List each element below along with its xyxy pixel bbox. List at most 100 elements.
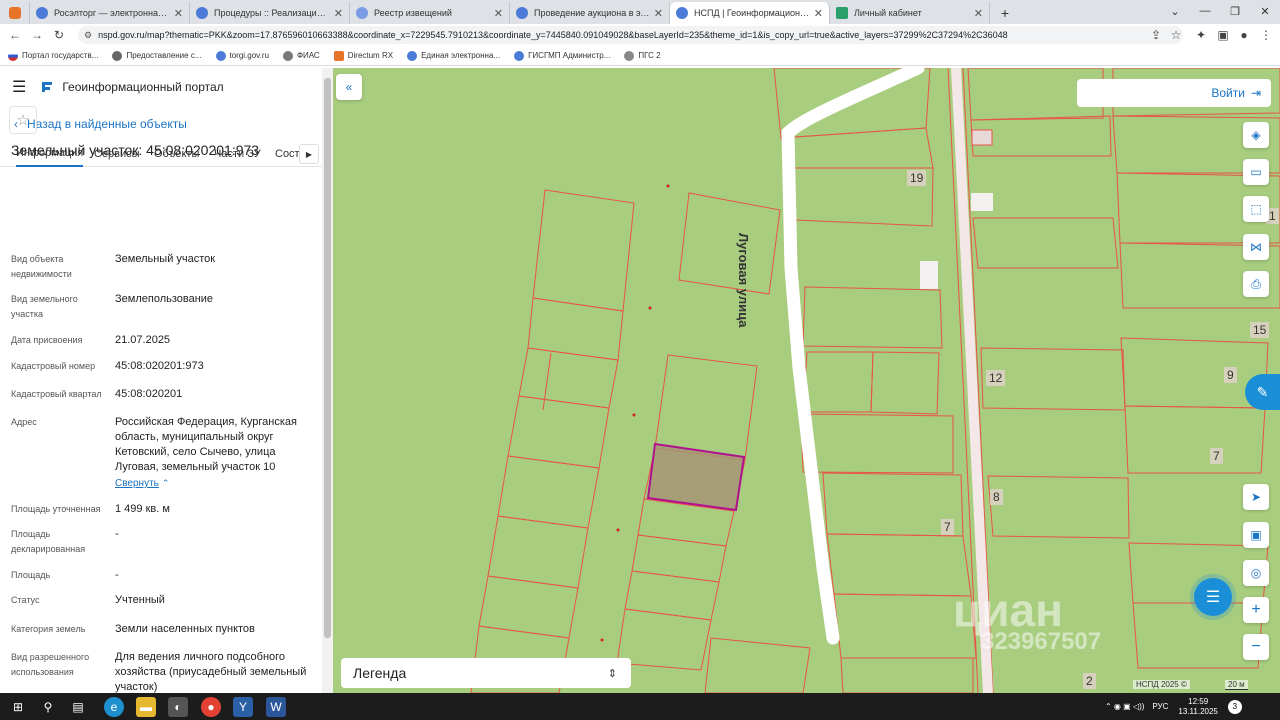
language-indicator[interactable]: РУС <box>1152 702 1168 711</box>
extensions-icon[interactable]: ✦ <box>1190 28 1212 42</box>
tab-parts[interactable]: Части ЗУ <box>214 141 261 167</box>
close-icon[interactable]: ✕ <box>654 7 663 20</box>
back-icon[interactable]: ← <box>4 28 26 42</box>
building[interactable] <box>971 193 993 211</box>
selected-parcel[interactable] <box>646 442 746 512</box>
close-icon[interactable]: ✕ <box>174 7 183 20</box>
share-icon[interactable]: ⇪ <box>1145 28 1167 42</box>
land-parcel[interactable] <box>870 351 940 415</box>
clock[interactable]: 12:59 13.11.2025 <box>1178 697 1217 717</box>
minimap-icon[interactable]: ▣ <box>1243 522 1269 548</box>
land-parcel[interactable] <box>802 286 943 349</box>
browser-tab-active[interactable]: НСПД | Геоинформационный п ✕ <box>670 2 830 24</box>
land-parcel[interactable] <box>527 297 624 361</box>
tab-objects[interactable]: Объекты <box>154 141 199 167</box>
windows-start-icon[interactable]: ⊞ <box>8 697 28 717</box>
tab-search-icon[interactable]: ⌄ <box>1160 0 1190 22</box>
bookmark-item[interactable]: Единая электронна... <box>407 50 500 61</box>
collapse-panel-button[interactable]: « <box>336 74 362 100</box>
land-parcel[interactable] <box>497 455 600 529</box>
forward-icon[interactable]: → <box>26 28 48 42</box>
building[interactable] <box>971 129 993 146</box>
select-area-icon[interactable]: ⬚ <box>1243 196 1269 222</box>
browser-tab[interactable]: Росэлторг — электронная торго ✕ <box>30 2 190 24</box>
close-icon[interactable]: ✕ <box>974 7 983 20</box>
new-tab-button[interactable]: + <box>990 2 1020 24</box>
land-parcel[interactable] <box>532 189 635 312</box>
zoom-out-icon[interactable]: − <box>1243 634 1269 660</box>
search-icon[interactable]: ⚲ <box>38 697 58 717</box>
ruler-icon[interactable]: ▭ <box>1243 159 1269 185</box>
edge-icon[interactable]: e <box>104 697 124 717</box>
menu-icon[interactable]: ⋮ <box>1255 28 1277 42</box>
close-icon[interactable]: ✕ <box>494 7 503 20</box>
share-icon[interactable]: ⋈ <box>1243 234 1269 260</box>
login-button[interactable]: Войти ⇥ <box>1077 79 1271 107</box>
sidepanel-icon[interactable]: ▣ <box>1212 28 1234 42</box>
favorite-star-icon[interactable]: ☆ <box>9 106 37 134</box>
tab-services[interactable]: Сервисы <box>94 141 140 167</box>
geolocation-icon[interactable]: ◎ <box>1243 560 1269 586</box>
tray-icons[interactable]: ⌃ ◉ ▣ ◁)) <box>1105 702 1144 711</box>
land-parcel[interactable] <box>507 395 610 469</box>
land-parcel[interactable] <box>518 347 619 409</box>
close-icon[interactable]: ✕ <box>814 7 823 20</box>
land-parcel[interactable] <box>616 608 712 671</box>
bookmark-item[interactable]: ГИСГМП Администр... <box>514 50 610 61</box>
browser-tab[interactable]: Процедуры :: Реализация госим ✕ <box>190 2 350 24</box>
print-icon[interactable]: ⎙ <box>1243 271 1269 297</box>
bookmark-item[interactable]: torgi.gov.ru <box>215 50 269 61</box>
land-parcel[interactable] <box>802 351 874 413</box>
bookmark-item[interactable]: ПГС 2 <box>624 50 661 61</box>
back-to-results-link[interactable]: ‹ Назад в найденные объекты <box>0 114 322 134</box>
bookmark-item[interactable]: ФИАС <box>282 50 320 61</box>
cadastral-map-canvas[interactable] <box>333 68 1280 693</box>
hamburger-menu-icon[interactable]: ☰ <box>12 77 26 97</box>
land-parcel[interactable] <box>704 637 811 693</box>
task-view-icon[interactable]: ▤ <box>68 697 88 717</box>
land-parcel[interactable] <box>800 413 954 474</box>
word-icon[interactable]: W <box>266 697 286 717</box>
zoom-in-icon[interactable]: + <box>1243 597 1269 623</box>
browser-tab[interactable]: Личный кабинет ✕ <box>830 2 990 24</box>
land-parcel[interactable] <box>487 515 589 589</box>
restore-icon[interactable]: ❐ <box>1220 0 1250 22</box>
notification-badge[interactable]: 3 <box>1227 699 1242 714</box>
bookmark-star-icon[interactable]: ☆ <box>1165 28 1187 42</box>
land-parcel[interactable] <box>826 533 972 597</box>
legend-dropdown[interactable]: Легенда ⇕ <box>341 658 631 688</box>
app-icon[interactable]: ◐ <box>168 697 188 717</box>
support-widget-icon[interactable]: ✎ <box>1245 374 1280 410</box>
close-window-icon[interactable]: ✕ <box>1250 0 1280 22</box>
bookmark-item[interactable]: Предоставление с... <box>112 50 202 61</box>
chat-icon[interactable]: ☰ <box>1194 578 1232 616</box>
tab-information[interactable]: Информация <box>16 141 84 167</box>
land-parcel[interactable] <box>631 534 727 583</box>
land-parcel[interactable] <box>678 192 781 295</box>
url-input[interactable]: ⚙ nspd.gov.ru/map?thematic=PKK&zoom=17.8… <box>78 26 1183 44</box>
bookmark-item[interactable]: Directum RX <box>333 50 393 61</box>
land-parcel[interactable] <box>840 657 974 693</box>
locate-icon[interactable]: ➤ <box>1243 484 1269 510</box>
browser-tab[interactable]: Проведение аукциона в электр ✕ <box>510 2 670 24</box>
panel-scrollbar[interactable] <box>322 68 333 693</box>
bookmark-item[interactable]: Портал государств... <box>8 50 98 61</box>
profile-icon[interactable]: ● <box>1233 28 1255 42</box>
site-info-icon[interactable]: ⚙ <box>84 30 92 41</box>
collapse-link[interactable]: Свернуть ⌃ <box>115 476 315 491</box>
land-parcel[interactable] <box>478 575 579 639</box>
land-parcel[interactable] <box>624 570 720 621</box>
land-parcel[interactable] <box>972 217 1119 269</box>
browser-menu-tab[interactable] <box>0 2 30 24</box>
land-parcel[interactable] <box>654 354 758 461</box>
scrollbar-thumb[interactable] <box>324 78 331 638</box>
land-parcel[interactable] <box>780 127 934 169</box>
close-icon[interactable]: ✕ <box>334 7 343 20</box>
map-view[interactable]: Луговая улица 19 12 9 7 8 7 15 1 2 циан … <box>333 68 1280 693</box>
land-parcel[interactable] <box>1124 405 1266 474</box>
land-parcel[interactable] <box>987 475 1130 539</box>
minimize-icon[interactable]: — <box>1190 0 1220 22</box>
yandex-icon[interactable]: Y <box>233 697 253 717</box>
reload-icon[interactable]: ↻ <box>48 28 70 42</box>
layers-icon[interactable]: ◈ <box>1243 122 1269 148</box>
